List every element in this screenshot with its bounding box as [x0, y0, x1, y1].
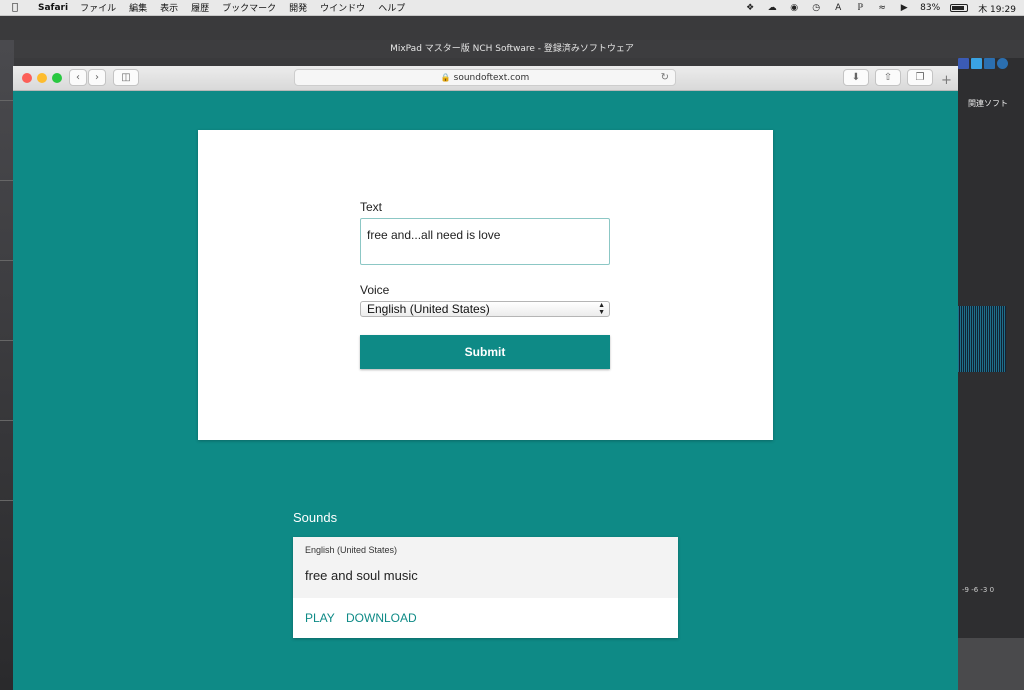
bluetooth-icon[interactable]: ℙ	[854, 3, 866, 13]
select-arrows-icon: ▲ ▼	[598, 302, 605, 316]
sound-item-text: free and soul music	[305, 568, 418, 583]
menu-app-name[interactable]: Safari	[38, 3, 68, 13]
forward-button[interactable]: ›	[88, 69, 106, 86]
facebook-icon[interactable]	[958, 58, 969, 69]
new-tab-button[interactable]: +	[941, 73, 952, 88]
download-link[interactable]: DOWNLOAD	[346, 611, 417, 625]
volume-icon[interactable]: ▶	[898, 3, 910, 13]
battery-percent: 83%	[920, 3, 941, 13]
time-machine-icon[interactable]: ◷	[810, 3, 822, 13]
cloud-icon[interactable]: ☁	[766, 3, 778, 13]
lock-icon: 🔒	[440, 73, 451, 82]
menu-history[interactable]: 履歴	[191, 1, 209, 14]
background-window-title: MixPad マスター版 NCH Software - 登録済みソフトウェア	[0, 40, 1024, 58]
dropbox-icon[interactable]: ❖	[744, 3, 756, 13]
safari-window: ‹ › ◫ 🔒 soundoftext.com ↻ ⬇ ⇧ ❐ + Text fr…	[13, 66, 958, 690]
related-software-label[interactable]: 関連ソフト	[968, 98, 1008, 109]
creative-cloud-icon[interactable]: ◉	[788, 3, 800, 13]
text-input[interactable]: free and...all need is love	[360, 218, 610, 265]
menu-bar:  Safari ファイル 編集 表示 履歴 ブックマーク 開発 ウインドウ ヘ…	[0, 0, 1024, 16]
social-icons	[958, 58, 1024, 72]
menu-develop[interactable]: 開発	[289, 1, 307, 14]
text-label: Text	[360, 200, 383, 214]
submit-button[interactable]: Submit	[360, 335, 610, 369]
menu-bar-status: ❖ ☁ ◉ ◷ A ℙ ≈ ▶ 83% 木 19:29	[744, 0, 1016, 16]
downloads-button[interactable]: ⬇	[843, 69, 869, 86]
close-window-button[interactable]	[22, 73, 32, 83]
menu-view[interactable]: 表示	[160, 1, 178, 14]
tabs-overview-button[interactable]: ❐	[907, 69, 933, 86]
sounds-heading: Sounds	[293, 510, 338, 525]
minimize-window-button[interactable]	[37, 73, 47, 83]
level-meter-labels: -9 -6 -3 0	[962, 586, 995, 594]
create-sound-card: Text free and...all need is love Voice E…	[198, 130, 773, 440]
voice-select[interactable]: English (United States) ▲ ▼	[360, 301, 610, 317]
fullscreen-window-button[interactable]	[52, 73, 62, 83]
voice-label: Voice	[360, 283, 390, 297]
address-bar[interactable]: 🔒 soundoftext.com ↻	[294, 69, 676, 86]
back-button[interactable]: ‹	[69, 69, 87, 86]
menu-clock[interactable]: 木 19:29	[978, 2, 1016, 15]
background-window-right-panel: 関連ソフト -9 -6 -3 0	[958, 58, 1024, 690]
address-bar-url: soundoftext.com	[453, 73, 530, 83]
voice-select-value: English (United States)	[367, 302, 490, 316]
input-source-icon[interactable]: A	[832, 3, 844, 13]
play-link[interactable]: PLAY	[305, 611, 335, 625]
sidebar-toggle-button[interactable]: ◫	[113, 69, 139, 86]
desktop-files-area	[958, 638, 1024, 690]
wifi-icon[interactable]: ≈	[876, 3, 888, 13]
help-icon[interactable]	[997, 58, 1008, 69]
sound-item: English (United States) free and soul mu…	[293, 537, 678, 638]
background-window-left-strip	[0, 40, 14, 690]
safari-toolbar: ‹ › ◫ 🔒 soundoftext.com ↻ ⬇ ⇧ ❐ +	[13, 66, 958, 91]
waveform	[958, 306, 1006, 372]
share-button[interactable]: ⇧	[875, 69, 901, 86]
menu-window[interactable]: ウインドウ	[320, 1, 365, 14]
battery-icon[interactable]	[950, 4, 969, 12]
menu-help[interactable]: ヘルプ	[378, 1, 405, 14]
apple-icon[interactable]: 	[12, 2, 26, 13]
twitter-icon[interactable]	[971, 58, 982, 69]
menu-file[interactable]: ファイル	[80, 1, 116, 14]
menu-edit[interactable]: 編集	[129, 1, 147, 14]
menu-bookmarks[interactable]: ブックマーク	[222, 1, 276, 14]
linkedin-icon[interactable]	[984, 58, 995, 69]
reload-icon[interactable]: ↻	[661, 70, 669, 85]
sound-item-header: English (United States) free and soul mu…	[293, 537, 678, 598]
sound-item-voice: English (United States)	[305, 545, 398, 555]
